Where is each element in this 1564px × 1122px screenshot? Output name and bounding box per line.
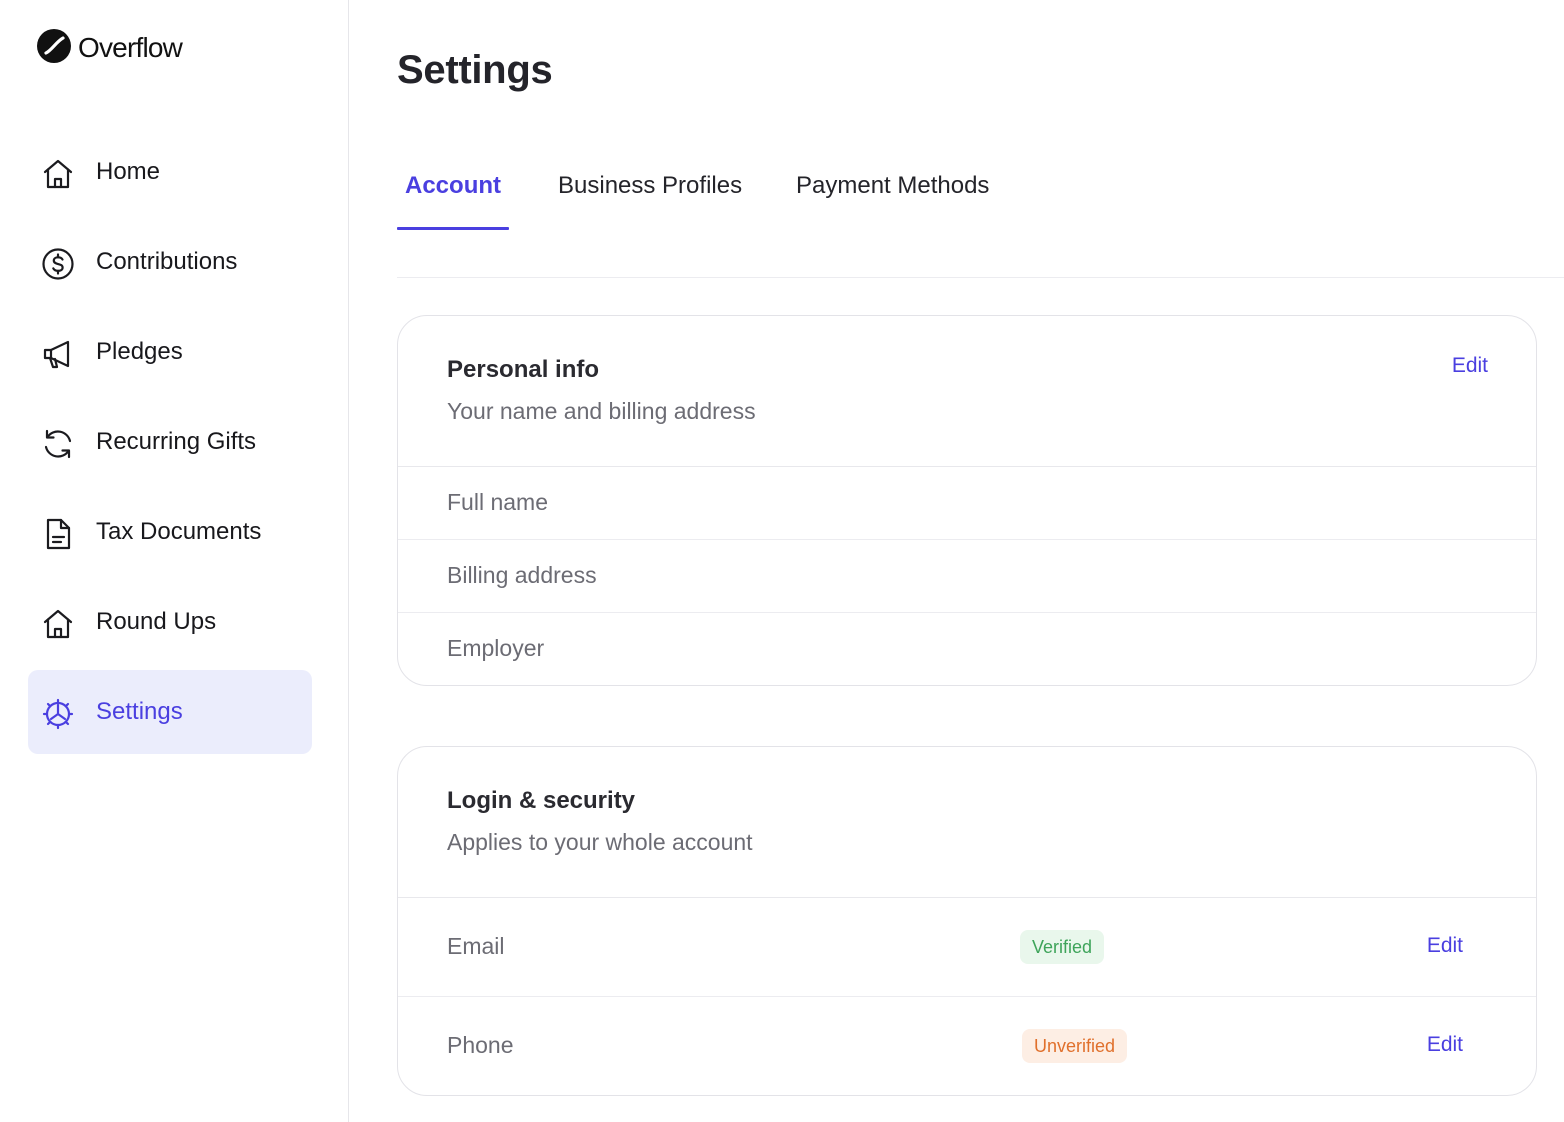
page-title: Settings	[397, 48, 553, 92]
employer-row: Employer	[398, 613, 1536, 685]
row-label: Billing address	[447, 562, 597, 588]
tab-business-profiles[interactable]: Business Profiles	[558, 172, 742, 200]
billing-address-row: Billing address	[398, 540, 1536, 613]
active-tab-indicator	[397, 227, 509, 230]
sidebar-item-label: Contributions	[96, 248, 238, 275]
logo[interactable]: Overflow	[36, 28, 183, 69]
email-row: Email Verified Edit	[398, 898, 1536, 997]
edit-email-button[interactable]: Edit	[1427, 934, 1463, 958]
row-label: Email	[447, 933, 505, 959]
card-title: Login & security	[447, 787, 636, 814]
card-subtitle: Your name and billing address	[447, 398, 756, 424]
app-window: Overflow Home Contributions Pledges Recu…	[0, 0, 1564, 1122]
sidebar-item-label: Settings	[96, 698, 183, 725]
edit-phone-button[interactable]: Edit	[1427, 1033, 1463, 1057]
sidebar-item-recurring-gifts[interactable]: Recurring Gifts	[28, 400, 312, 484]
card-subtitle: Applies to your whole account	[447, 829, 753, 855]
sidebar-item-contributions[interactable]: Contributions	[28, 220, 312, 304]
home-icon	[40, 156, 76, 192]
sidebar-item-settings[interactable]: Settings	[28, 670, 312, 754]
sidebar-item-label: Pledges	[96, 338, 183, 365]
overflow-logo-icon	[36, 28, 72, 69]
sidebar-item-label: Round Ups	[96, 608, 217, 635]
card-title: Personal info	[447, 356, 600, 383]
main-content: Settings Account Business Profiles Payme…	[397, 0, 1564, 1122]
row-label: Phone	[447, 1032, 514, 1058]
personal-info-header: Personal info Your name and billing addr…	[398, 316, 1536, 467]
sidebar-item-pledges[interactable]: Pledges	[28, 310, 312, 394]
dollar-circle-icon	[40, 246, 76, 282]
settings-tabs: Account Business Profiles Payment Method…	[397, 160, 1564, 230]
personal-info-card: Personal info Your name and billing addr…	[397, 315, 1537, 686]
full-name-row: Full name	[398, 467, 1536, 540]
tab-account[interactable]: Account	[405, 172, 501, 200]
sidebar-item-label: Recurring Gifts	[96, 428, 257, 455]
status-badge: Unverified	[1022, 1029, 1128, 1063]
gear-icon	[40, 696, 76, 732]
edit-personal-info-button[interactable]: Edit	[1452, 354, 1488, 378]
document-icon	[40, 516, 76, 552]
sidebar-item-label: Tax Documents	[96, 518, 262, 545]
tabs-divider	[397, 277, 1564, 278]
login-security-header: Login & security Applies to your whole a…	[398, 747, 1536, 898]
sidebar-nav: Home Contributions Pledges Recurring Gif…	[28, 130, 312, 760]
sidebar-item-tax-documents[interactable]: Tax Documents	[28, 490, 312, 574]
row-label: Employer	[447, 635, 545, 661]
sidebar-item-label: Home	[96, 158, 161, 185]
refresh-icon	[40, 426, 76, 462]
megaphone-icon	[40, 336, 76, 372]
sidebar-item-home[interactable]: Home	[28, 130, 312, 214]
logo-text: Overflow	[78, 32, 183, 63]
tab-payment-methods[interactable]: Payment Methods	[796, 172, 989, 200]
row-label: Full name	[447, 489, 548, 515]
home-icon	[40, 606, 76, 642]
sidebar: Overflow Home Contributions Pledges Recu…	[0, 0, 349, 1122]
sidebar-item-round-ups[interactable]: Round Ups	[28, 580, 312, 664]
phone-row: Phone Unverified Edit	[398, 997, 1536, 1095]
login-security-card: Login & security Applies to your whole a…	[397, 746, 1537, 1096]
status-badge: Verified	[1020, 930, 1105, 964]
